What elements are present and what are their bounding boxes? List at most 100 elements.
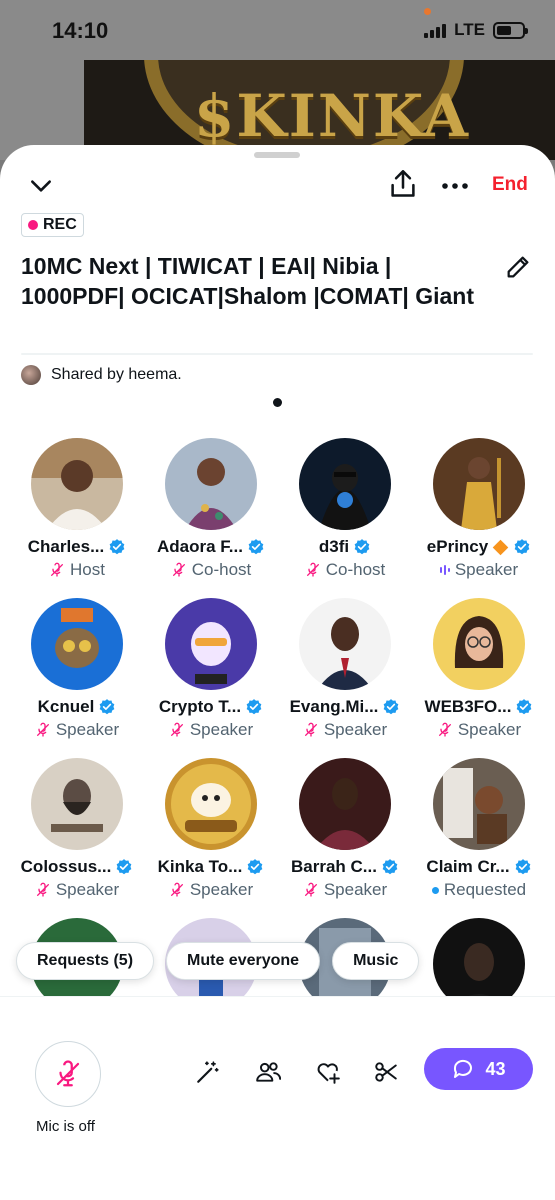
avatar[interactable]	[433, 758, 525, 850]
mic-off-icon	[438, 722, 451, 737]
participant-role: Host	[70, 560, 105, 579]
participant-name: Adaora F...	[157, 537, 243, 556]
participant-role: Co-host	[325, 560, 386, 579]
verified-badge-icon	[515, 859, 530, 875]
scissors-icon[interactable]	[373, 1059, 399, 1085]
participant-role: Speaker	[323, 720, 388, 739]
participant-role: Speaker	[323, 880, 388, 899]
avatar[interactable]	[433, 598, 525, 690]
participant-card[interactable]: Kinka To... Speaker	[144, 758, 278, 901]
people-icon[interactable]	[255, 1059, 281, 1085]
participant-card[interactable]: d3fi Co-host	[278, 438, 412, 581]
participant-card[interactable]: Claim Cr... Requested	[412, 758, 546, 901]
participant-role: Speaker	[55, 880, 120, 899]
participant-name: Charles...	[27, 537, 105, 556]
comment-count: 43	[485, 1058, 506, 1079]
verified-badge-icon	[247, 859, 263, 875]
avatar[interactable]	[299, 758, 391, 850]
verified-badge-icon	[384, 699, 399, 715]
rec-dot-icon	[28, 220, 38, 230]
verified-badge-icon	[109, 539, 125, 555]
participant-name: WEB3FO...	[424, 697, 512, 716]
participant-role: Requested	[443, 880, 527, 899]
participant-name: Evang.Mi...	[289, 697, 379, 716]
verified-badge-icon	[246, 699, 262, 715]
participant-name: Kinka To...	[157, 857, 243, 876]
space-sheet: End REC 10MC Next | TIWICAT | EAI| Nibia…	[0, 145, 555, 1200]
participant-card[interactable]: Crypto T... Speaker	[144, 598, 278, 741]
avatar[interactable]	[31, 438, 123, 530]
rec-label: REC	[43, 216, 77, 233]
participant-role: Speaker	[55, 720, 120, 739]
requests-button[interactable]: Requests (5)	[16, 942, 155, 980]
mic-off-icon	[36, 882, 49, 897]
verified-badge-icon	[354, 539, 370, 555]
participant-name: Colossus...	[20, 857, 112, 876]
end-button[interactable]: End	[492, 174, 528, 196]
avatar[interactable]	[299, 598, 391, 690]
comment-icon	[454, 1059, 473, 1078]
chevron-down-icon[interactable]	[28, 173, 54, 199]
avatar[interactable]	[31, 758, 123, 850]
participant-card[interactable]: Kcnuel Speaker	[10, 598, 144, 741]
participant-role: Speaker	[454, 560, 519, 579]
avatar[interactable]	[165, 598, 257, 690]
participant-card[interactable]: Evang.Mi... Speaker	[278, 598, 412, 741]
mic-off-icon	[306, 562, 319, 577]
participant-name: Crypto T...	[158, 697, 242, 716]
participant-name: Claim Cr...	[426, 857, 510, 876]
verified-badge-icon	[517, 699, 532, 715]
mic-off-icon	[36, 722, 49, 737]
avatar[interactable]	[165, 438, 257, 530]
music-button[interactable]: Music	[332, 942, 420, 980]
participant-role: Speaker	[189, 880, 254, 899]
speaking-bars-icon	[439, 564, 450, 576]
participant-card[interactable]: Barrah C... Speaker	[278, 758, 412, 901]
heart-plus-icon[interactable]	[315, 1059, 341, 1085]
participant-role: Speaker	[457, 720, 522, 739]
mute-everyone-button[interactable]: Mute everyone	[166, 942, 321, 980]
requested-dot-icon	[431, 886, 439, 894]
page-indicator	[273, 398, 282, 407]
comments-button[interactable]: 43	[424, 1048, 533, 1090]
avatar[interactable]	[165, 758, 257, 850]
mic-off-icon	[56, 1060, 80, 1087]
shared-by-text: Shared by heema.	[51, 366, 182, 383]
more-icon[interactable]	[440, 173, 470, 199]
avatar	[21, 365, 41, 385]
orange-diamond-icon	[492, 539, 509, 555]
mic-off-icon	[172, 562, 185, 577]
mic-toggle-button[interactable]	[35, 1041, 101, 1107]
participant-card[interactable]: Colossus... Speaker	[10, 758, 144, 901]
participant-name: ePrincy	[426, 537, 489, 556]
participant-name: Barrah C...	[291, 857, 377, 876]
magic-wand-icon[interactable]	[195, 1059, 221, 1085]
verified-badge-icon	[382, 859, 398, 875]
status-bar: 14:10 LTE	[0, 0, 555, 62]
pencil-icon[interactable]	[504, 253, 532, 281]
participant-card[interactable]: WEB3FO... Speaker	[412, 598, 546, 741]
participant-role: Speaker	[189, 720, 254, 739]
mic-off-icon	[51, 562, 64, 577]
verified-badge-icon	[99, 699, 115, 715]
participant-role: Co-host	[191, 560, 252, 579]
privacy-indicator	[424, 8, 431, 15]
host-action-row: Requests (5) Mute everyone Music	[16, 942, 420, 980]
participant-name: d3fi	[318, 537, 350, 556]
participant-card[interactable]: Adaora F... Co-host	[144, 438, 278, 581]
avatar[interactable]	[299, 438, 391, 530]
mic-off-icon	[170, 722, 183, 737]
space-title: 10MC Next | TIWICAT | EAI| Nibia | 1000P…	[21, 253, 474, 309]
participant-name: Kcnuel	[37, 697, 95, 716]
participant-card[interactable]: Charles... Host	[10, 438, 144, 581]
avatar[interactable]	[433, 438, 525, 530]
avatar[interactable]	[31, 598, 123, 690]
verified-badge-icon	[514, 539, 530, 555]
banner-text: $KINKA	[194, 82, 470, 150]
status-time: 14:10	[52, 18, 109, 43]
share-icon[interactable]	[389, 169, 417, 199]
divider	[21, 353, 533, 355]
mic-off-icon	[304, 722, 317, 737]
participant-card[interactable]: ePrincy Speaker	[412, 438, 546, 581]
sheet-grabber[interactable]	[254, 152, 300, 158]
